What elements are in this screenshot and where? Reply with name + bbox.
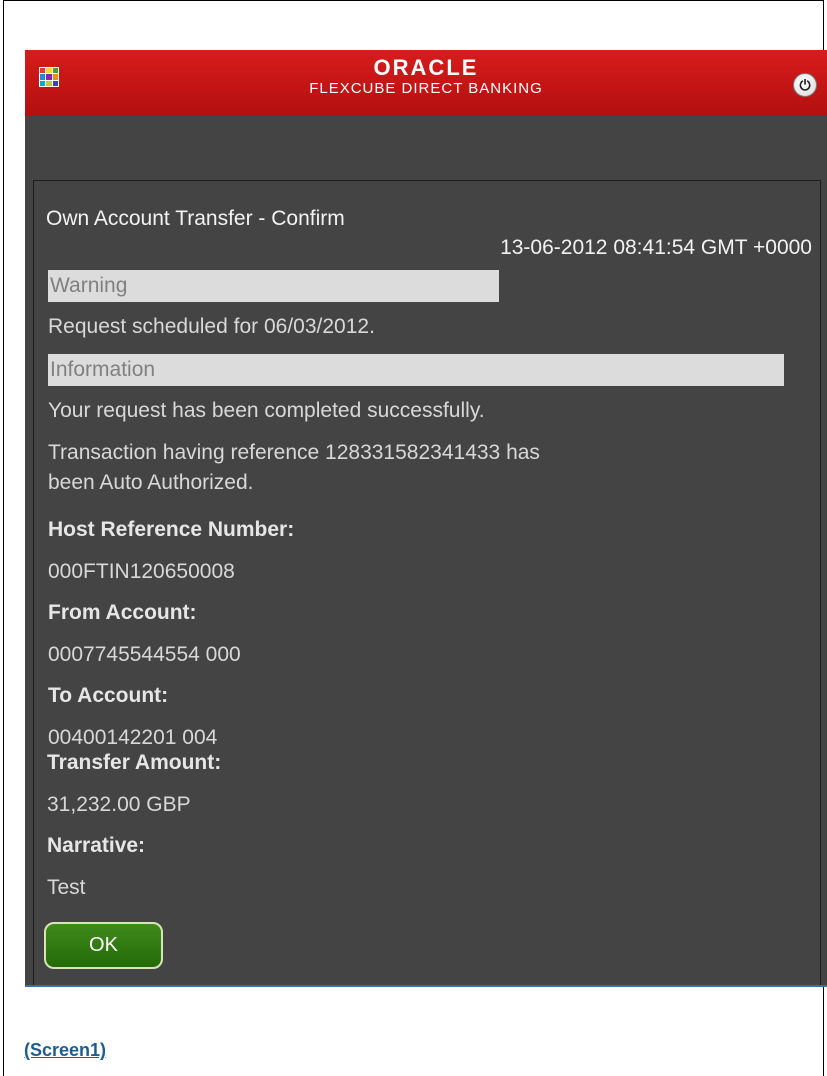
information-heading: Information bbox=[48, 354, 784, 386]
info-message-success: Your request has been completed successf… bbox=[48, 399, 485, 422]
brand: ORACLE FLEXCUBE DIRECT BANKING bbox=[25, 56, 827, 98]
warning-message: Request scheduled for 06/03/2012. bbox=[48, 315, 375, 338]
warning-heading: Warning bbox=[48, 270, 499, 302]
transfer-amount-value: 31,232.00 GBP bbox=[47, 793, 191, 816]
screen1-caption-link[interactable]: (Screen1) bbox=[24, 1040, 106, 1061]
host-reference-label: Host Reference Number: bbox=[48, 518, 295, 541]
app-header: ORACLE FLEXCUBE DIRECT BANKING ⏻ bbox=[25, 50, 827, 117]
brand-name: ORACLE bbox=[373, 55, 479, 80]
transfer-amount-label: Transfer Amount: bbox=[47, 751, 222, 774]
narrative-value: Test bbox=[47, 876, 86, 899]
page-title: Own Account Transfer - Confirm bbox=[46, 207, 345, 230]
host-reference-value: 000FTIN120650008 bbox=[48, 560, 235, 583]
info-message-reference-line1: Transaction having reference 12833158234… bbox=[48, 441, 540, 464]
info-message-reference-line2: been Auto Authorized. bbox=[48, 471, 254, 494]
brand-subtitle: FLEXCUBE DIRECT BANKING bbox=[309, 80, 543, 97]
timestamp: 13-06-2012 08:41:54 GMT +0000 bbox=[500, 236, 812, 259]
power-icon[interactable]: ⏻ bbox=[793, 73, 817, 97]
panel-border: Own Account Transfer - Confirm 13-06-201… bbox=[33, 180, 821, 985]
to-account-value: 00400142201 004 bbox=[48, 726, 218, 749]
to-account-label: To Account: bbox=[48, 684, 169, 707]
divider-line bbox=[25, 985, 827, 987]
from-account-value: 0007745544554 000 bbox=[48, 643, 241, 666]
narrative-label: Narrative: bbox=[47, 834, 146, 857]
confirm-panel: Own Account Transfer - Confirm 13-06-201… bbox=[25, 180, 827, 985]
header-subbar bbox=[25, 116, 827, 180]
from-account-label: From Account: bbox=[48, 601, 197, 624]
ok-button[interactable]: OK bbox=[44, 922, 163, 969]
